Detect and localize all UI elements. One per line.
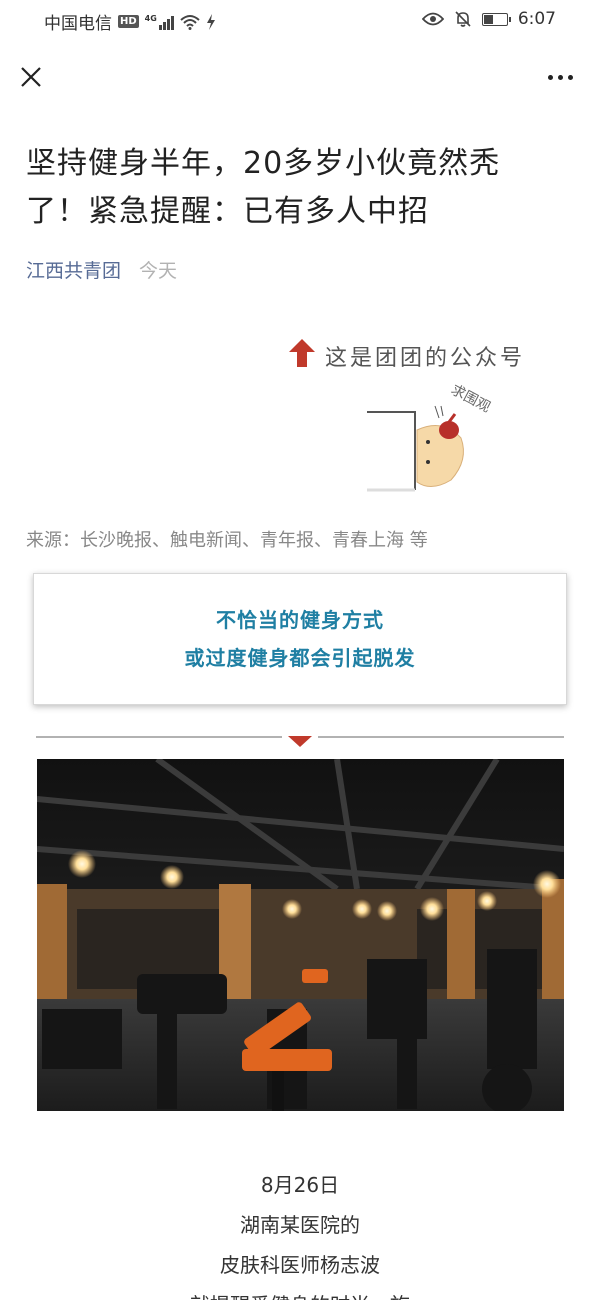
body-line-1: 8月26日: [260, 1173, 340, 1197]
more-icon: [547, 74, 553, 80]
mascot-peek-illustration: [367, 405, 464, 492]
clock-time: 6:07: [517, 9, 556, 29]
wifi-icon: [180, 14, 200, 30]
author-link[interactable]: 江西共青团: [26, 256, 121, 283]
body-line-4: 就提醒爱健身的时尚一族: [0, 1285, 600, 1300]
charging-bolt-icon: [206, 13, 215, 30]
promo-text: 这是团团的公众号: [325, 346, 526, 371]
article-body: 8月26日 湖南某医院的 皮肤科医师杨志波 就提醒爱健身的时尚一族: [0, 1165, 600, 1300]
close-button[interactable]: [14, 60, 48, 94]
hd-badge: HD: [118, 15, 139, 28]
section-divider: [36, 736, 564, 747]
close-icon: [21, 67, 41, 87]
wechat-article-page: 中国电信 HD 4G 6:07 坚持健身半年，20多岁小伙竟然秃 了！紧急提醒：…: [0, 0, 600, 1300]
body-line-3: 皮肤科医师杨志波: [220, 1253, 380, 1277]
promo-graphic: 这是团团的公众号 求围观: [280, 330, 580, 500]
source-line: 来源：长沙晚报、触电新闻、青年报、青春上海 等: [26, 530, 428, 551]
title-line-1: 坚持健身半年，20多岁小伙竟然秃: [26, 146, 501, 181]
cell-signal-icon: 4G: [145, 14, 174, 30]
status-left: 中国电信 HD 4G: [44, 9, 216, 34]
publish-date: 今天: [139, 260, 178, 282]
article-meta: 江西共青团 今天: [26, 256, 177, 283]
highlight-box: 不恰当的健身方式 或过度健身都会引起脱发: [33, 573, 567, 705]
more-button[interactable]: [540, 60, 580, 94]
eye-icon: [421, 12, 444, 26]
body-line-2: 湖南某医院的: [240, 1213, 360, 1237]
network-type-label: 4G: [144, 13, 157, 23]
status-bar: 中国电信 HD 4G 6:07: [0, 0, 600, 42]
red-up-arrow-icon: [289, 339, 315, 367]
gym-photo: [37, 759, 564, 1111]
battery-icon: [481, 12, 511, 26]
article-title: 坚持健身半年，20多岁小伙竟然秃 了！紧急提醒：已有多人中招: [26, 140, 566, 236]
title-line-2: 了！紧急提醒：已有多人中招: [26, 194, 429, 229]
highlight-line-2: 或过度健身都会引起脱发: [184, 646, 416, 670]
status-right: 6:07: [421, 9, 556, 29]
bell-off-icon: [455, 11, 471, 27]
carrier-label: 中国电信: [44, 14, 112, 34]
triangle-marker-icon: [288, 736, 312, 747]
highlight-line-1: 不恰当的健身方式: [216, 608, 384, 632]
nav-bar: [0, 52, 600, 102]
